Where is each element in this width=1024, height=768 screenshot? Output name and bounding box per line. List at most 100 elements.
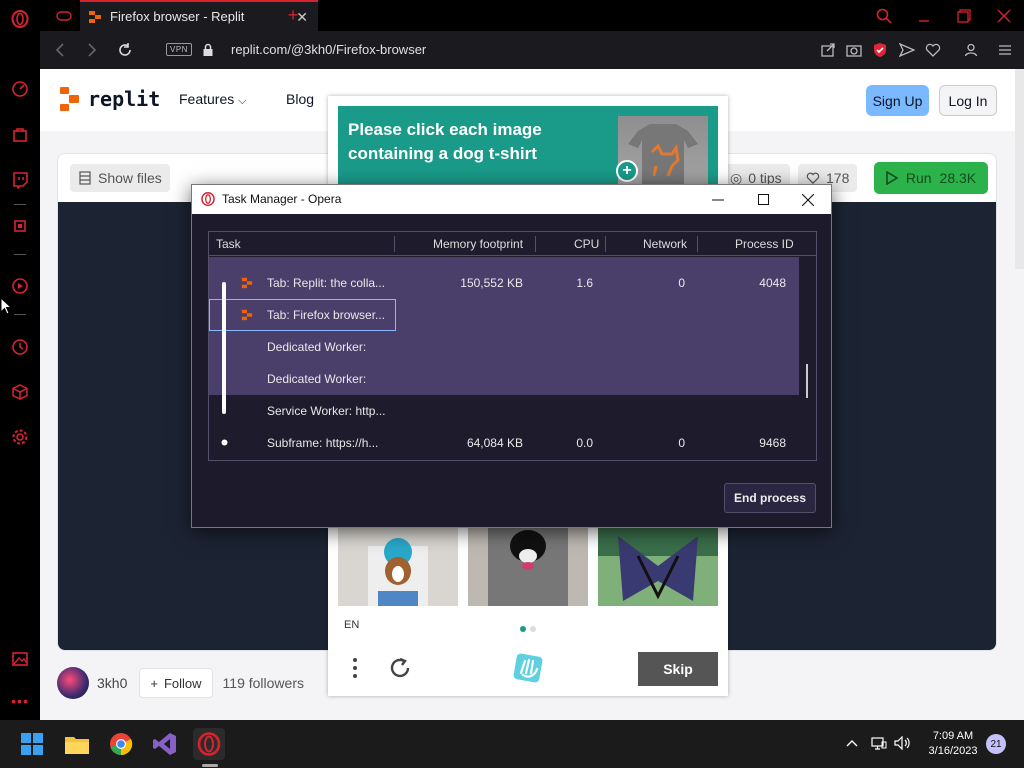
replit-logo[interactable]: replit xyxy=(60,87,160,111)
speed-dial-icon[interactable] xyxy=(10,79,30,99)
tm-maximize-icon[interactable] xyxy=(740,185,786,214)
col-memory[interactable]: Memory footprint xyxy=(433,237,523,251)
run-button[interactable]: Run 28.3K xyxy=(874,162,988,194)
sidebar-divider xyxy=(14,314,26,315)
followers-count[interactable]: 119 followers xyxy=(223,675,304,691)
adblock-shield-icon[interactable] xyxy=(870,40,890,60)
file-explorer-icon[interactable] xyxy=(61,728,93,760)
sidebar-divider xyxy=(14,204,26,205)
follow-button[interactable]: + Follow xyxy=(139,668,213,698)
shopping-bag-icon[interactable] xyxy=(10,124,30,144)
run-label: Run xyxy=(905,170,932,186)
follow-label: Follow xyxy=(163,675,202,691)
easy-setup-menu-icon[interactable] xyxy=(995,40,1015,60)
table-row[interactable]: Tab: Replit: the colla... 150,552 KB 1.6… xyxy=(209,267,799,299)
show-files-button[interactable]: Show files xyxy=(70,164,170,192)
share-icon[interactable] xyxy=(818,40,838,60)
replit-logo-text: replit xyxy=(88,87,161,111)
tm-minimize-icon[interactable] xyxy=(695,185,741,214)
nav-blog[interactable]: Blog xyxy=(286,91,314,107)
tab-bar: Firefox browser - Replit ✕ + xyxy=(40,0,1024,31)
task-name: Tab: Replit: the colla... xyxy=(267,276,386,290)
opera-logo-icon[interactable] xyxy=(10,9,30,29)
hcaptcha-logo-icon xyxy=(510,650,546,686)
minimize-window-icon[interactable] xyxy=(904,0,944,31)
col-cpu[interactable]: CPU xyxy=(574,237,599,251)
new-tab-plus-icon[interactable]: + xyxy=(282,0,304,31)
avatar[interactable] xyxy=(57,667,89,699)
col-task[interactable]: Task xyxy=(216,237,241,251)
tm-close-icon[interactable] xyxy=(785,185,831,214)
page-scrollbar[interactable] xyxy=(1015,69,1024,269)
more-icon[interactable]: ••• xyxy=(10,691,30,711)
tree-group-line xyxy=(222,282,226,414)
process-table[interactable]: Task Memory footprint CPU Network Proces… xyxy=(208,231,817,461)
end-process-button[interactable]: End process xyxy=(724,483,816,513)
refresh-icon[interactable] xyxy=(386,650,414,686)
volume-icon[interactable] xyxy=(894,734,912,752)
visual-studio-icon[interactable] xyxy=(149,728,181,760)
close-window-icon[interactable] xyxy=(984,0,1024,31)
opera-taskbar-icon[interactable] xyxy=(193,728,225,760)
table-header: Task Memory footprint CPU Network Proces… xyxy=(209,232,816,256)
col-separator xyxy=(605,236,606,252)
vpn-badge[interactable]: VPN xyxy=(166,43,192,56)
menu-kebab-icon[interactable] xyxy=(348,650,362,686)
task-name: Tab: Firefox browser... xyxy=(267,308,386,322)
table-row[interactable]: Dedicated Worker: xyxy=(209,331,799,363)
chip-icon[interactable] xyxy=(10,216,30,236)
twitch-icon[interactable] xyxy=(10,170,30,190)
captcha-tile-1[interactable] xyxy=(338,526,458,606)
table-row[interactable]: Service Worker: http... xyxy=(209,395,799,427)
chrome-icon[interactable] xyxy=(105,728,137,760)
pid-value: 4048 xyxy=(759,276,786,290)
reload-icon[interactable] xyxy=(115,40,135,60)
task-manager-titlebar[interactable]: Task Manager - Opera xyxy=(192,185,831,214)
back-icon[interactable] xyxy=(50,40,70,60)
extensions-cube-icon[interactable] xyxy=(10,382,30,402)
clock-date: 3/16/2023 xyxy=(928,745,978,757)
captcha-tile-2[interactable] xyxy=(468,526,588,606)
signup-button[interactable]: Sign Up xyxy=(866,85,929,116)
network-value: 0 xyxy=(678,436,685,450)
col-network[interactable]: Network xyxy=(643,237,687,251)
url-field[interactable]: replit.com/@3kh0/Firefox-browser xyxy=(231,42,426,57)
memory-value: 64,084 KB xyxy=(466,436,523,450)
system-clock[interactable]: 7:09 AM 3/16/2023 xyxy=(924,729,982,759)
restore-window-icon[interactable] xyxy=(944,0,984,31)
col-separator xyxy=(697,236,698,252)
network-icon[interactable] xyxy=(870,734,888,752)
forward-icon[interactable] xyxy=(82,40,102,60)
table-row[interactable]: Subframe: https://h... 64,084 KB 0.0 0 9… xyxy=(209,427,799,459)
captcha-tile-3[interactable] xyxy=(598,526,718,606)
gallery-icon[interactable] xyxy=(10,649,30,669)
tab-gaming-icon[interactable] xyxy=(50,0,78,31)
settings-gear-icon[interactable] xyxy=(10,427,30,447)
snapshot-camera-icon[interactable] xyxy=(844,40,864,60)
player-icon[interactable] xyxy=(10,276,30,296)
add-example-plus-icon[interactable]: + xyxy=(616,160,638,182)
nav-features[interactable]: Features ⌵ xyxy=(179,91,246,108)
col-process-id[interactable]: Process ID xyxy=(735,237,794,251)
windows-taskbar: 7:09 AM 3/16/2023 21 xyxy=(0,720,1024,768)
lock-icon[interactable] xyxy=(198,40,218,60)
replit-logo-icon xyxy=(60,87,79,111)
page-dot-active xyxy=(520,626,526,632)
table-scrollbar[interactable] xyxy=(806,364,808,398)
heart-bookmark-icon[interactable] xyxy=(923,40,943,60)
login-button[interactable]: Log In xyxy=(939,85,997,116)
author-name[interactable]: 3kh0 xyxy=(97,675,127,691)
history-icon[interactable] xyxy=(10,337,30,357)
show-hidden-icons-chevron-icon[interactable] xyxy=(843,734,861,752)
account-icon[interactable] xyxy=(961,40,981,60)
captcha-header: Please click each image containing a dog… xyxy=(338,106,718,186)
skip-button[interactable]: Skip xyxy=(638,652,718,686)
pid-value: 9468 xyxy=(759,436,786,450)
search-tabs-icon[interactable] xyxy=(864,0,904,31)
notification-badge[interactable]: 21 xyxy=(986,734,1006,754)
language-selector[interactable]: EN xyxy=(344,619,359,631)
windows-start-icon[interactable] xyxy=(16,728,48,760)
table-row-selected[interactable]: Tab: Firefox browser... xyxy=(209,299,799,331)
send-icon[interactable] xyxy=(897,40,917,60)
table-row[interactable]: Dedicated Worker: xyxy=(209,363,799,395)
